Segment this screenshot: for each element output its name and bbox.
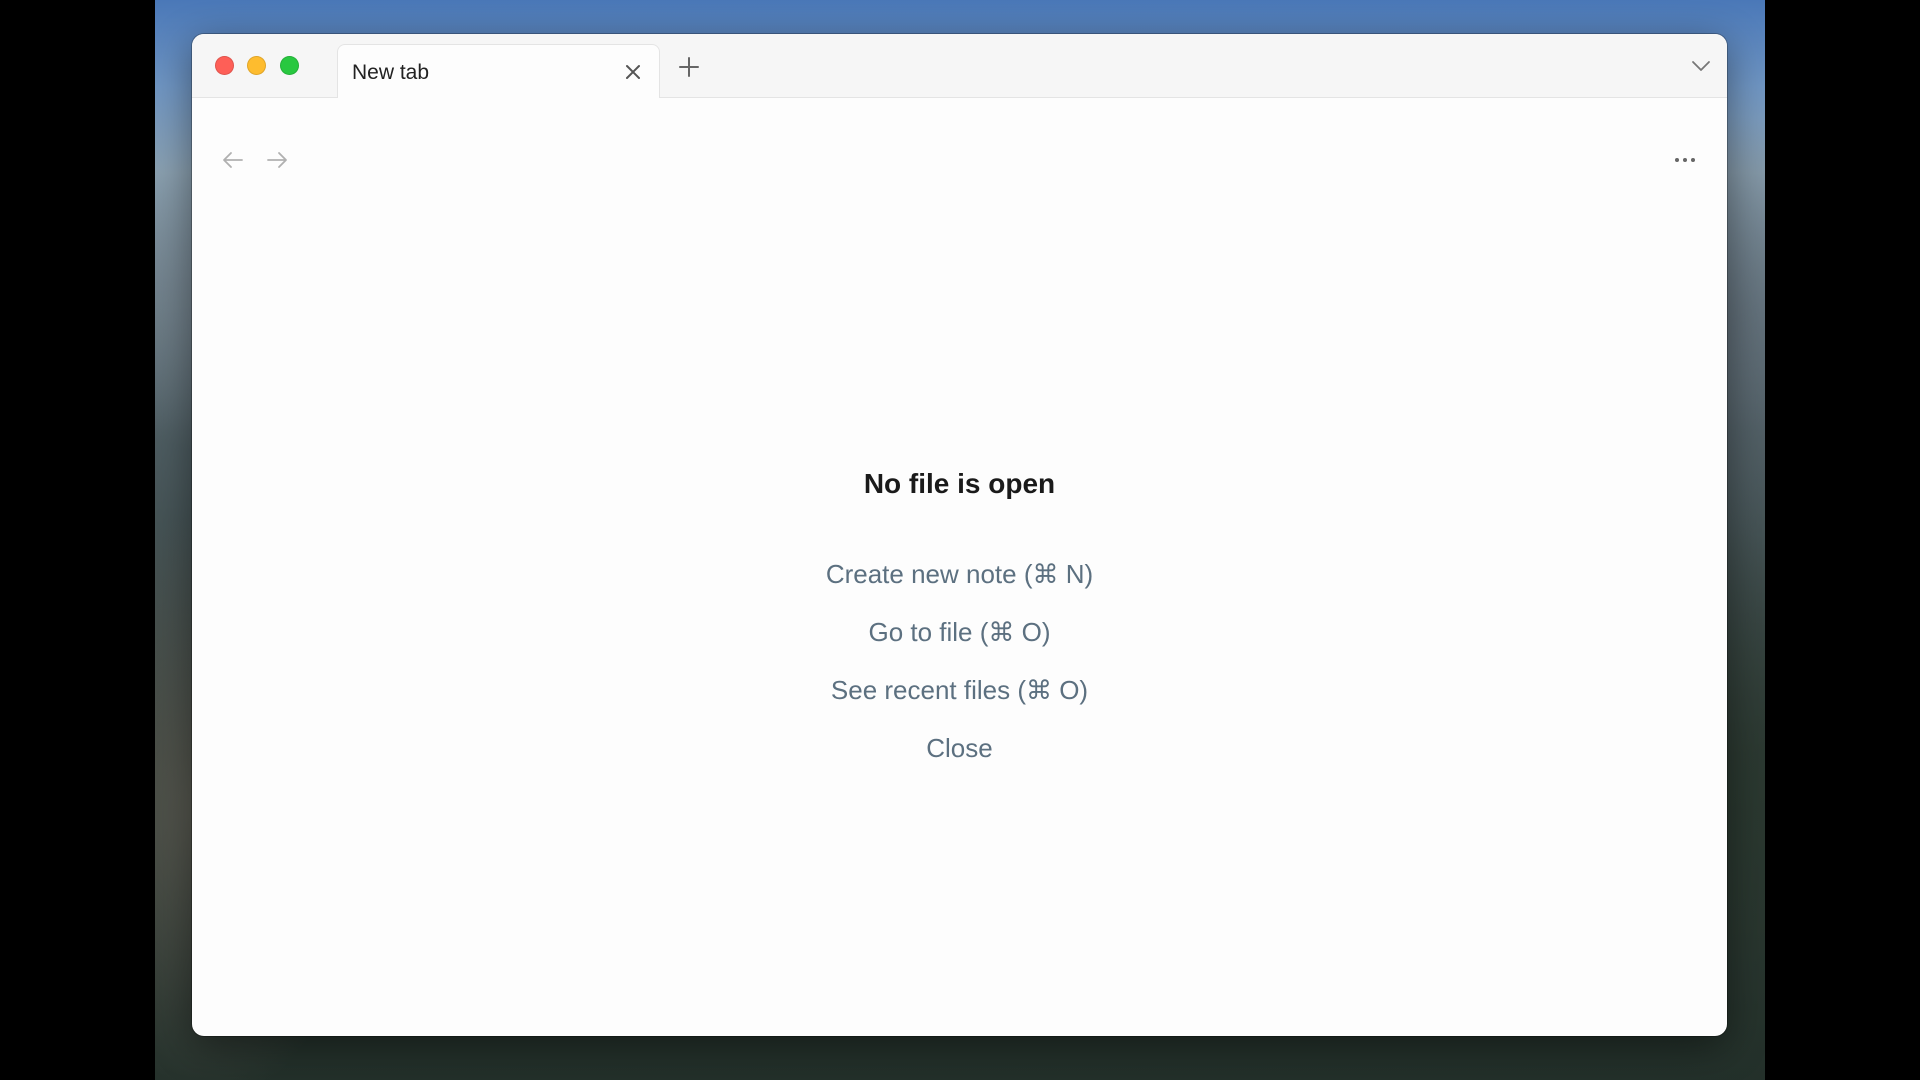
arrow-left-icon[interactable] (222, 151, 244, 169)
tab-title: New tab (352, 61, 430, 84)
app-window: New tab No file is open Create new note … (192, 34, 1727, 1036)
title-bar: New tab (192, 34, 1727, 98)
close-icon[interactable] (623, 62, 643, 82)
go-to-file-link[interactable]: Go to file (⌘ O) (868, 612, 1050, 652)
more-options-icon[interactable] (1673, 156, 1697, 164)
empty-state: No file is open Create new note (⌘ N) Go… (192, 464, 1727, 786)
arrow-right-icon[interactable] (266, 151, 288, 169)
minimize-window-button[interactable] (247, 56, 266, 75)
chevron-down-icon[interactable] (1691, 59, 1711, 73)
plus-icon[interactable] (678, 56, 700, 78)
zoom-window-button[interactable] (280, 56, 299, 75)
tab-new-tab[interactable]: New tab (337, 44, 660, 98)
close-link[interactable]: Close (926, 728, 992, 768)
close-window-button[interactable] (215, 56, 234, 75)
empty-state-title: No file is open (863, 468, 1056, 499)
create-new-note-link[interactable]: Create new note (⌘ N) (826, 554, 1093, 594)
see-recent-files-link[interactable]: See recent files (⌘ O) (831, 670, 1088, 710)
